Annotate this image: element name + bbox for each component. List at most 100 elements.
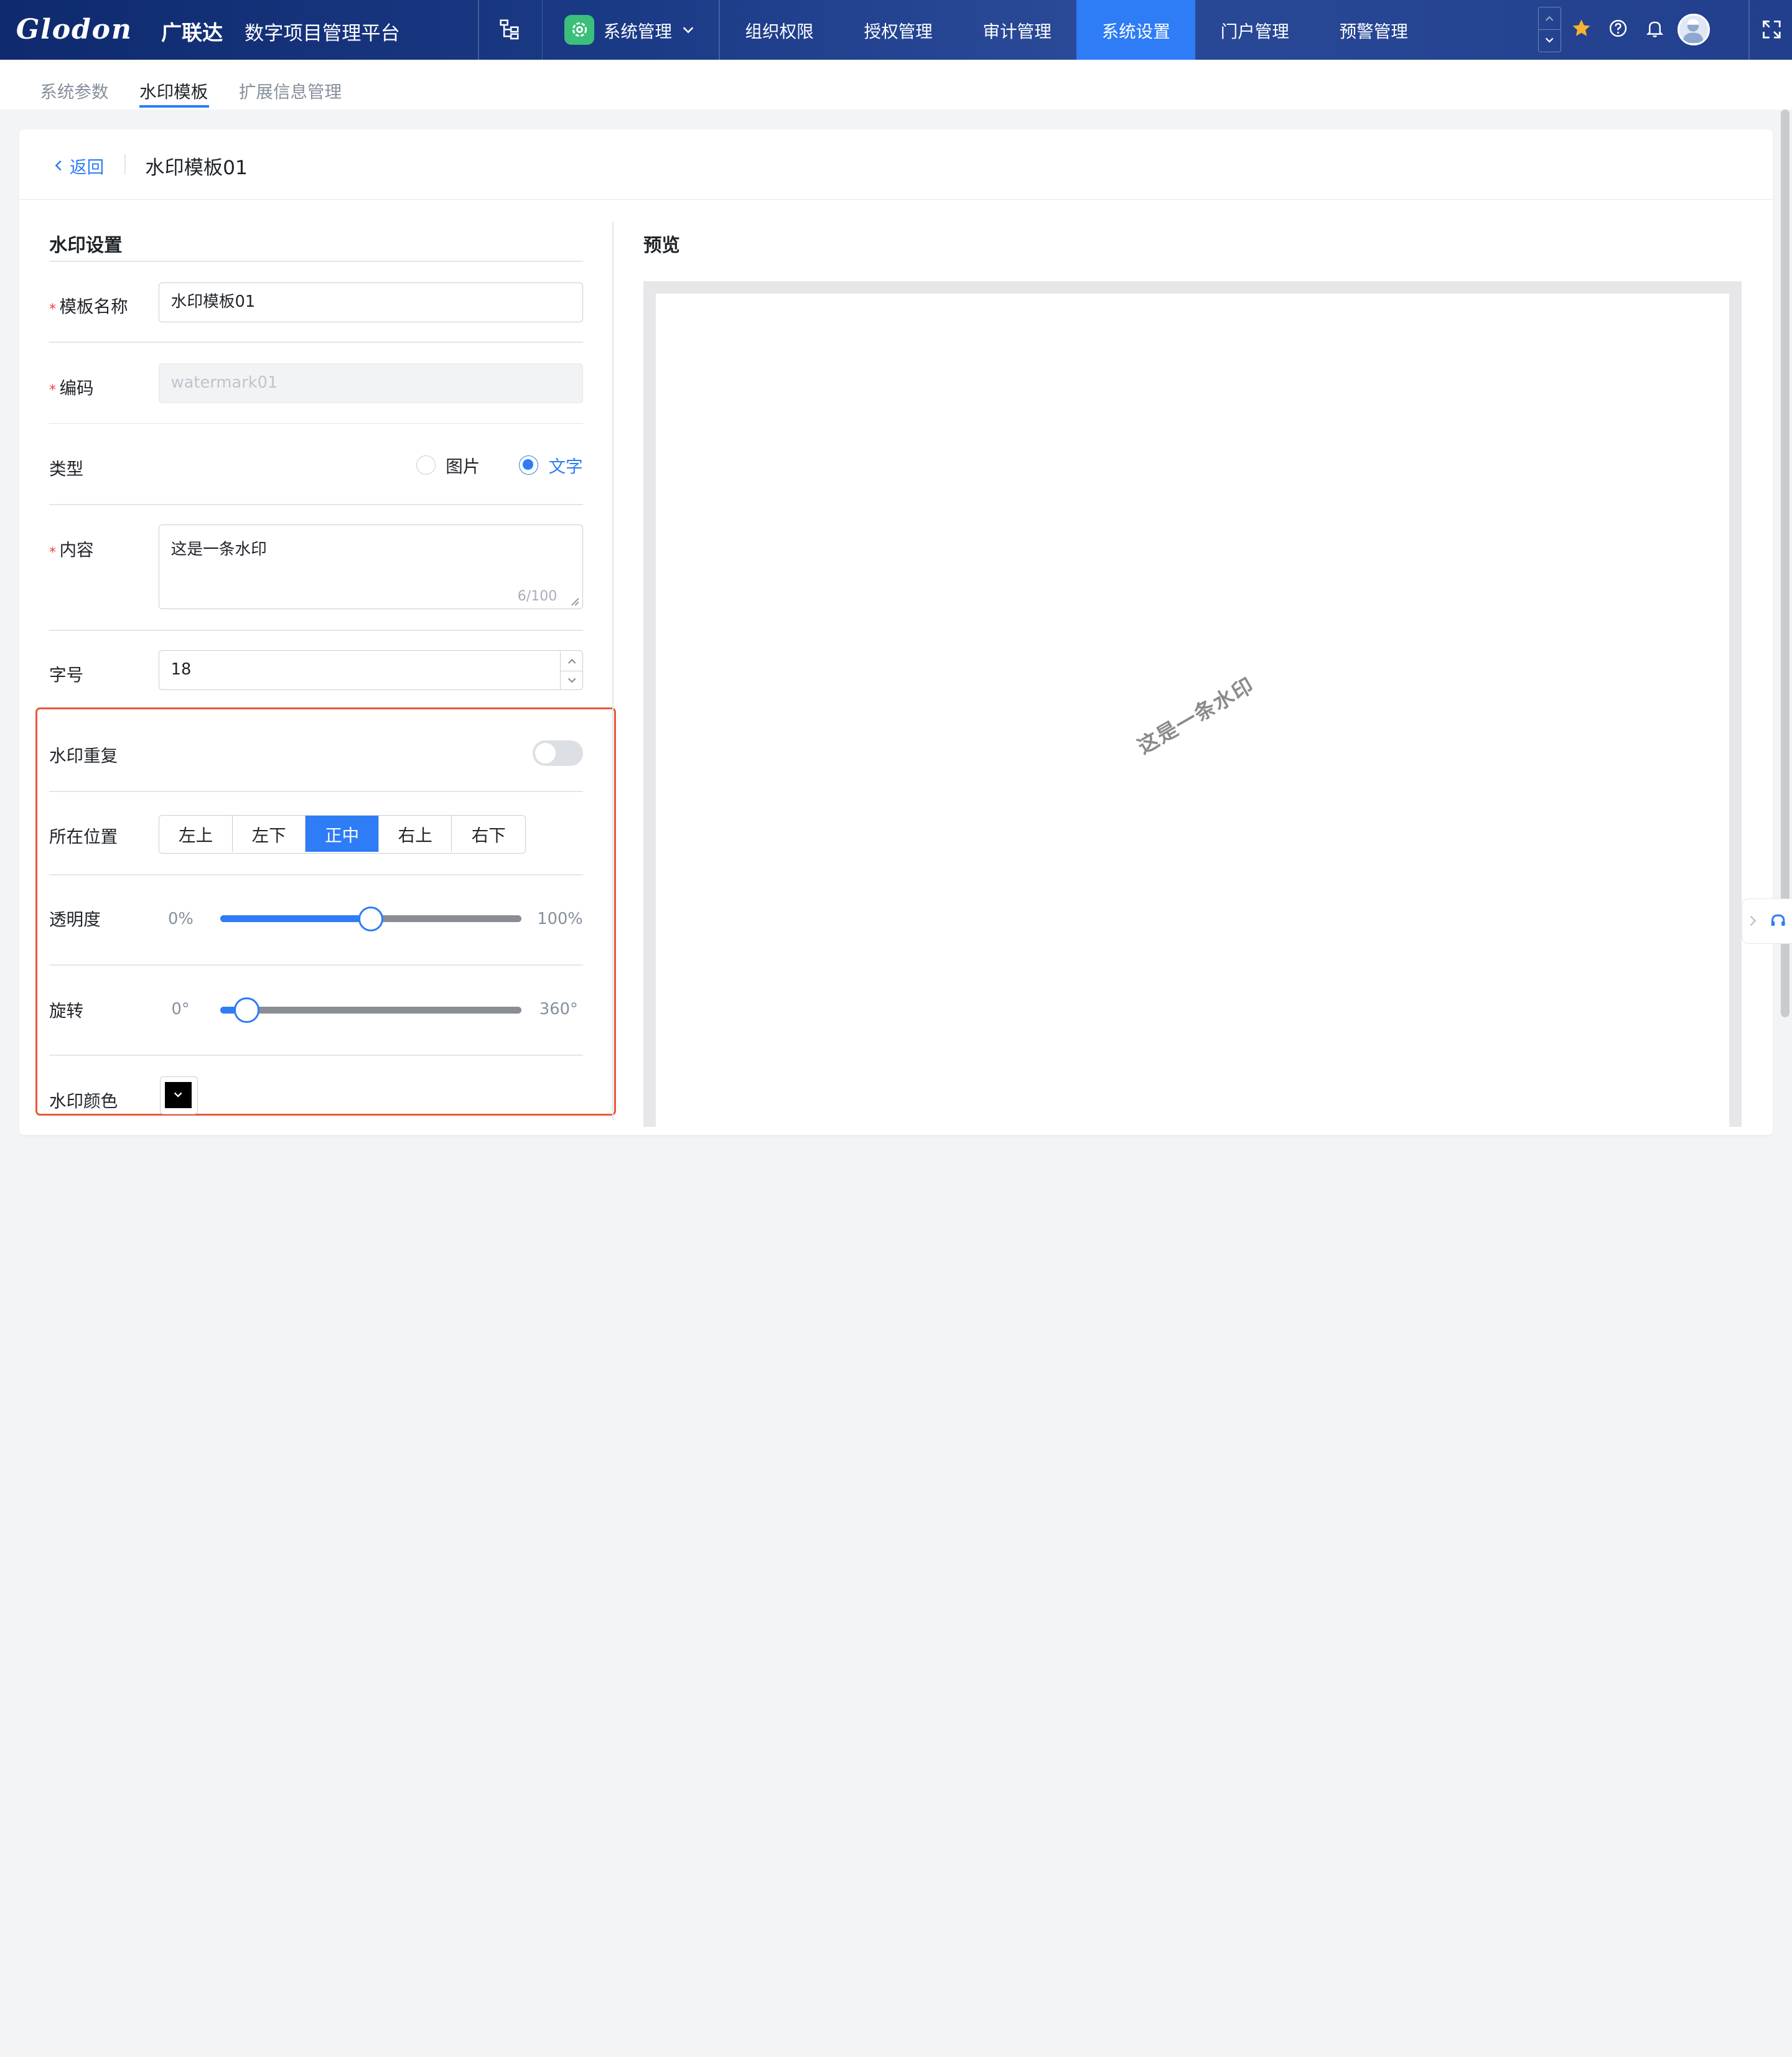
position-center[interactable]: 正中 [306,815,379,852]
page-title: 水印模板01 [145,157,248,180]
star-icon[interactable] [1570,17,1594,40]
char-count: 6/100 [517,588,558,604]
highlight-box [35,707,616,1116]
app-switcher[interactable]: 系统管理 [564,14,694,45]
repeat-toggle[interactable] [532,740,583,766]
divider [49,964,583,966]
nav-item-alerts[interactable]: 预警管理 [1314,0,1433,60]
main-nav: 组织权限 授权管理 审计管理 系统设置 门户管理 预警管理 [720,0,1433,60]
preview-section-title: 预览 [643,235,680,256]
page-scrollbar[interactable] [1780,110,1790,1017]
rotation-min-label: 0° [171,1000,190,1019]
increment-button[interactable] [561,651,583,671]
chevron-down-icon [174,1093,182,1098]
gear-icon [564,14,595,45]
card-header: 返回 水印模板01 [19,129,1773,200]
font-size-stepper [559,651,583,691]
opacity-label: 透明度 [49,909,101,930]
nav-item-system-settings[interactable]: 系统设置 [1076,0,1196,60]
template-name-label: * 模板名称 [49,297,128,318]
decrement-button[interactable] [560,671,583,690]
position-top-right[interactable]: 右上 [378,815,452,852]
back-label: 返回 [70,157,105,178]
column-divider [612,222,614,1120]
rotation-slider[interactable] [220,997,521,1023]
divider [49,630,583,631]
divider [49,342,583,343]
radio-circle [518,455,539,475]
template-name-input[interactable]: 水印模板01 [159,282,583,322]
settings-section-title: 水印设置 [49,235,123,256]
required-marker: * [49,383,56,399]
content-textarea[interactable]: 这是一条水印 6/100 [159,525,583,609]
opacity-max-label: 100% [537,910,583,928]
chevron-up-icon [1546,16,1554,21]
slider-fill [220,915,371,923]
divider [477,0,479,60]
content-text: 这是一条水印 [170,540,267,559]
fullscreen-icon[interactable] [1760,18,1783,41]
nav-item-org-permissions[interactable]: 组织权限 [720,0,839,60]
code-input: watermark01 [159,363,583,404]
color-picker[interactable] [160,1076,198,1114]
platform-name: 数字项目管理平台 [245,22,400,45]
type-radio-group: 图片 文字 [416,452,583,477]
divider [541,0,543,60]
nav-item-portal[interactable]: 门户管理 [1195,0,1314,60]
glodon-logo-cn: 广联达 [161,20,223,45]
top-navigation-bar: Glodon 广联达 数字项目管理平台 系统管理 组织权限 授权管理 审计管理 … [0,0,1792,60]
radio-label: 图片 [446,457,480,477]
nav-scroll-down-button[interactable] [1539,29,1561,51]
content-label: * 内容 [49,540,94,561]
divider [49,1055,583,1056]
required-marker: * [49,302,56,318]
nav-scroll-buttons [1538,7,1561,53]
sub-tabs: 系统参数 水印模板 扩展信息管理 [0,59,1792,110]
chevron-right-icon [1750,916,1757,926]
watermark-preview-text: 这是一条水印 [1133,672,1259,759]
position-bottom-right[interactable]: 右下 [452,815,526,852]
radio-circle [416,455,436,475]
nav-scroll-up-button[interactable] [1539,7,1561,29]
divider [49,874,583,875]
bell-icon[interactable] [1643,17,1666,40]
divider [49,422,583,424]
position-top-left[interactable]: 左上 [159,815,233,852]
back-button[interactable]: 返回 [52,153,104,178]
position-bottom-left[interactable]: 左下 [232,815,306,852]
type-radio-image[interactable]: 图片 [416,452,480,477]
preview-canvas: 这是一条水印 [656,294,1729,1127]
code-label: * 编码 [49,378,94,399]
preview-frame: 这是一条水印 [643,281,1742,1127]
slider-thumb[interactable] [358,906,384,931]
glodon-logo: Glodon [16,14,133,46]
resize-handle-icon[interactable] [571,597,580,607]
user-avatar[interactable] [1678,14,1710,46]
type-label: 类型 [49,459,84,479]
color-label: 水印颜色 [49,1091,118,1111]
chevron-down-icon [1546,37,1554,43]
font-size-label: 字号 [49,665,84,685]
divider [49,260,583,262]
tab-system-params[interactable]: 系统参数 [40,78,108,103]
toggle-knob [534,742,556,763]
opacity-slider[interactable] [220,906,521,931]
type-radio-text[interactable]: 文字 [518,452,583,477]
opacity-min-label: 0% [167,910,194,928]
help-icon[interactable] [1607,17,1630,40]
chevron-up-icon [567,659,576,664]
app-switcher-label: 系统管理 [603,21,672,42]
tab-extended-info[interactable]: 扩展信息管理 [239,78,342,103]
color-preview [165,1081,192,1108]
required-marker: * [49,545,56,561]
nav-item-authorization[interactable]: 授权管理 [839,0,958,60]
slider-thumb[interactable] [234,997,259,1023]
org-tree-icon[interactable] [498,18,521,41]
divider [49,503,583,505]
rotation-label: 旋转 [49,1001,84,1021]
font-size-input[interactable]: 18 [159,650,583,691]
nav-item-audit[interactable]: 审计管理 [958,0,1076,60]
headset-icon [1771,914,1785,926]
tab-watermark-templates[interactable]: 水印模板 [139,78,208,103]
support-side-tab[interactable] [1742,898,1792,945]
